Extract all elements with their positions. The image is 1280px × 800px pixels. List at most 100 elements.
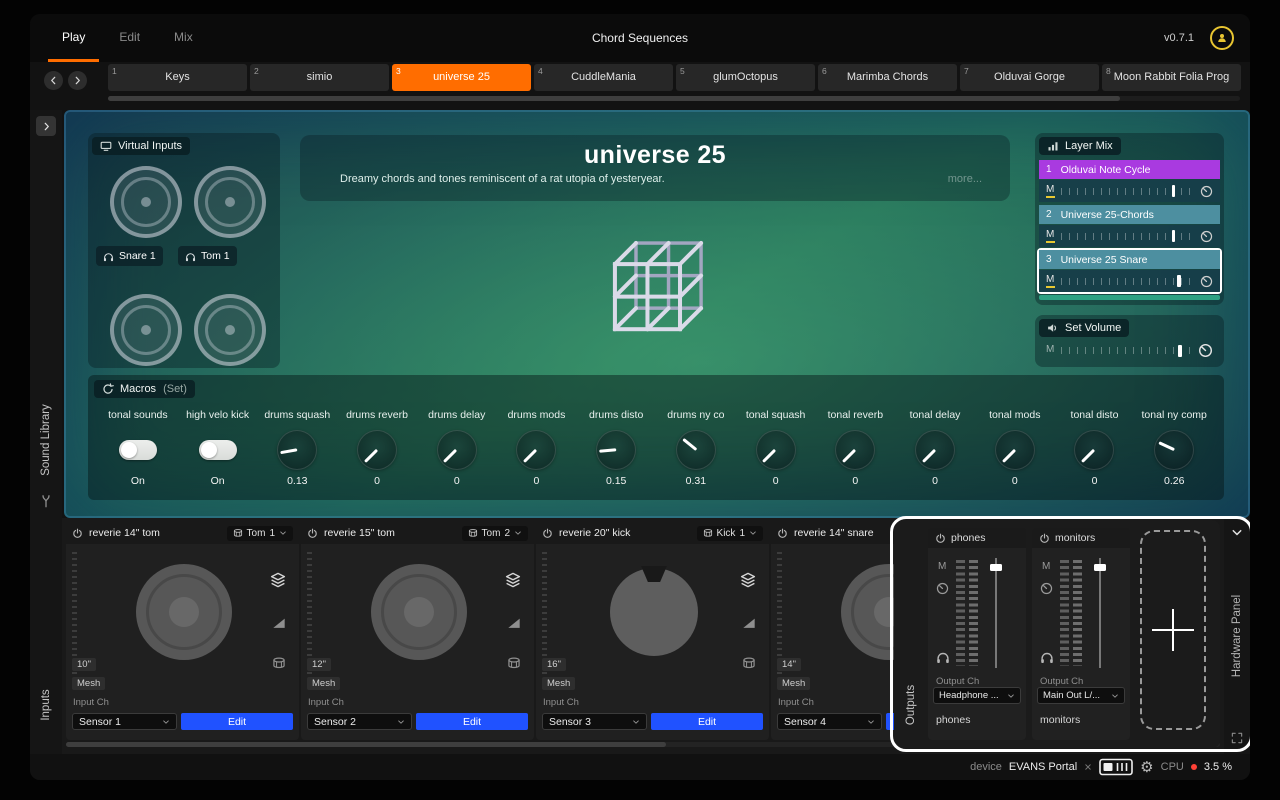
more-link[interactable]: more...: [948, 173, 982, 185]
layer-name-row[interactable]: 1 Olduvai Note Cycle: [1039, 160, 1220, 179]
preset-slot[interactable]: 3 universe 25: [392, 64, 531, 91]
preset-slot[interactable]: 1 Keys: [108, 64, 247, 91]
pan-knob-icon[interactable]: [1198, 343, 1213, 358]
portal-device-icon[interactable]: [1099, 758, 1133, 776]
drum-icon[interactable]: [507, 656, 521, 670]
macro-knob[interactable]: [675, 430, 716, 470]
pad-type-dropdown[interactable]: Tom 2: [461, 525, 528, 541]
virtual-pad-snare[interactable]: [110, 166, 182, 238]
layer-item[interactable]: 2 Universe 25-Chords M: [1039, 205, 1220, 247]
expand-icon[interactable]: [1231, 732, 1243, 744]
macro-knob[interactable]: [277, 430, 318, 470]
layer-item[interactable]: 1 Olduvai Note Cycle M: [1039, 160, 1220, 202]
edit-button[interactable]: Edit: [651, 713, 763, 730]
headphone-icon[interactable]: [1040, 650, 1054, 664]
mute-button[interactable]: M: [1046, 229, 1056, 243]
account-button[interactable]: [1210, 26, 1234, 50]
virtual-pad-label-tom[interactable]: Tom 1: [178, 246, 237, 266]
sensor-dropdown[interactable]: Sensor 4: [777, 713, 882, 730]
drum-icon[interactable]: [742, 656, 756, 670]
tuning-fork-icon[interactable]: [39, 494, 53, 508]
layers-icon[interactable]: [270, 572, 286, 588]
preset-slot[interactable]: 8 Moon Rabbit Folia Prog: [1102, 64, 1241, 91]
drum-icon[interactable]: [272, 656, 286, 670]
macro-knob[interactable]: [835, 430, 876, 470]
edit-button[interactable]: Edit: [181, 713, 293, 730]
output-volume-slider[interactable]: [988, 558, 1004, 668]
mute-button[interactable]: M: [1046, 184, 1056, 198]
preset-scrollbar[interactable]: [108, 96, 1240, 101]
slider-handle[interactable]: [990, 564, 1002, 571]
slider-handle[interactable]: [1177, 275, 1181, 287]
layer-volume-slider[interactable]: [1061, 230, 1193, 242]
inputs-scrollbar-handle[interactable]: [66, 742, 666, 747]
pan-knob-icon[interactable]: [936, 582, 949, 595]
macro-knob[interactable]: [516, 430, 557, 470]
slider-handle[interactable]: [1178, 344, 1182, 357]
pan-knob-icon[interactable]: [1040, 582, 1053, 595]
tab[interactable]: Mix: [160, 14, 207, 62]
pan-knob-icon[interactable]: [1200, 230, 1213, 243]
add-output-button[interactable]: [1140, 530, 1206, 730]
output-route-dropdown[interactable]: Headphone ...: [933, 687, 1021, 704]
set-volume-slider[interactable]: [1061, 344, 1191, 357]
slider-handle[interactable]: [1171, 185, 1176, 197]
preset-slot[interactable]: 7 Olduvai Gorge: [960, 64, 1099, 91]
sensor-dropdown[interactable]: Sensor 2: [307, 713, 412, 730]
power-icon[interactable]: [1039, 533, 1050, 544]
macros-set-label[interactable]: (Set): [163, 383, 187, 395]
drum-pad-graphic[interactable]: [371, 564, 467, 660]
tab[interactable]: Play: [48, 14, 100, 62]
preset-slot[interactable]: 4 CuddleMania: [534, 64, 673, 91]
power-icon[interactable]: [72, 528, 83, 539]
macro-knob[interactable]: [994, 430, 1035, 470]
pan-knob-icon[interactable]: [1200, 185, 1213, 198]
drum-pad-graphic[interactable]: [610, 568, 698, 656]
preset-slot[interactable]: 5 glumOctopus: [676, 64, 815, 91]
layer-volume-slider[interactable]: [1061, 275, 1193, 287]
mute-button[interactable]: M: [1046, 274, 1056, 288]
macro-knob[interactable]: [1074, 430, 1115, 470]
pad-type-dropdown[interactable]: Kick 1: [696, 525, 763, 541]
macro-toggle[interactable]: [198, 440, 237, 460]
power-icon[interactable]: [935, 533, 946, 544]
layers-icon[interactable]: [505, 572, 521, 588]
gain-icon[interactable]: [742, 616, 756, 630]
layer-name-row[interactable]: 2 Universe 25-Chords: [1039, 205, 1220, 224]
macro-knob[interactable]: [755, 430, 796, 470]
preset-prev-button[interactable]: [44, 71, 63, 90]
gain-icon[interactable]: [272, 616, 286, 630]
macro-knob[interactable]: [436, 430, 477, 470]
slider-handle[interactable]: [1094, 564, 1106, 571]
layer-4-peek[interactable]: [1039, 295, 1220, 300]
power-icon[interactable]: [542, 528, 553, 539]
macro-knob[interactable]: [1154, 430, 1195, 470]
layer-name-row[interactable]: 3 Universe 25 Snare: [1039, 250, 1220, 269]
macro-knob[interactable]: [915, 430, 956, 470]
settings-gear-icon[interactable]: ⚙: [1140, 760, 1153, 775]
preset-scrollbar-handle[interactable]: [108, 96, 1120, 101]
headphone-icon[interactable]: [936, 650, 950, 664]
edit-button[interactable]: Edit: [416, 713, 528, 730]
power-icon[interactable]: [307, 528, 318, 539]
output-volume-slider[interactable]: [1092, 558, 1108, 668]
preset-slot[interactable]: 6 Marimba Chords: [818, 64, 957, 91]
macro-knob[interactable]: [596, 430, 637, 470]
sensor-dropdown[interactable]: Sensor 1: [72, 713, 177, 730]
pan-knob-icon[interactable]: [1200, 275, 1213, 288]
pad-type-dropdown[interactable]: Tom 1: [226, 525, 293, 541]
layer-item[interactable]: 3 Universe 25 Snare M: [1039, 250, 1220, 292]
power-icon[interactable]: [777, 528, 788, 539]
macro-toggle[interactable]: [118, 440, 157, 460]
tab[interactable]: Edit: [105, 14, 154, 62]
layers-icon[interactable]: [740, 572, 756, 588]
virtual-pad-3[interactable]: [110, 294, 182, 366]
sensor-dropdown[interactable]: Sensor 3: [542, 713, 647, 730]
drum-pad-graphic[interactable]: [136, 564, 232, 660]
gain-icon[interactable]: [507, 616, 521, 630]
preset-next-button[interactable]: [68, 71, 87, 90]
layer-volume-slider[interactable]: [1061, 185, 1193, 197]
macro-knob[interactable]: [357, 430, 398, 470]
virtual-pad-4[interactable]: [194, 294, 266, 366]
mute-button[interactable]: M: [938, 561, 946, 572]
